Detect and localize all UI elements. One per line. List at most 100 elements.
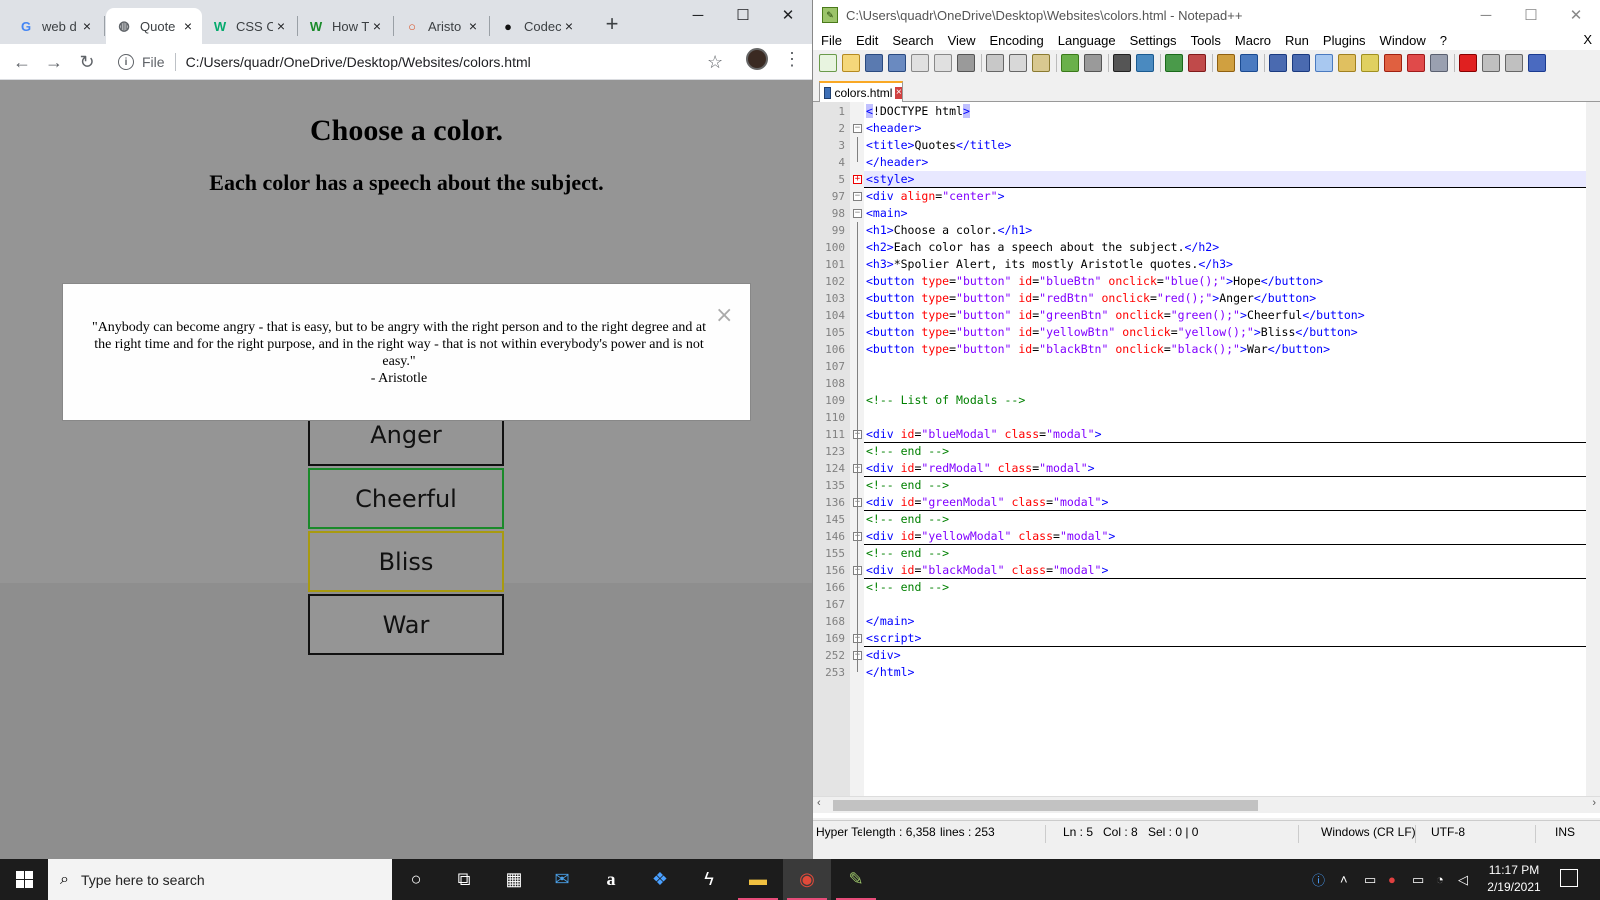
file-explorer-icon[interactable]: ▬ bbox=[734, 859, 782, 900]
task-view-icon[interactable]: ⧉ bbox=[440, 859, 488, 900]
menu-view[interactable]: View bbox=[948, 33, 976, 48]
monitor-icon[interactable] bbox=[1430, 54, 1448, 72]
close-tab-icon[interactable]: × bbox=[180, 18, 196, 34]
close-file-icon[interactable] bbox=[911, 54, 929, 72]
file-tab-colors-html[interactable]: colors.html × bbox=[819, 81, 903, 103]
menu-run[interactable]: Run bbox=[1285, 33, 1309, 48]
menu-file[interactable]: File bbox=[821, 33, 842, 48]
help-icon[interactable]: ⓘ bbox=[1312, 859, 1325, 900]
indent-guide-icon[interactable] bbox=[1315, 54, 1333, 72]
close-all-icon[interactable] bbox=[934, 54, 952, 72]
volume-icon[interactable]: ◁ bbox=[1458, 859, 1468, 900]
chevron-up-icon[interactable]: ˄ bbox=[1340, 859, 1348, 900]
tab-quotes-active[interactable]: ◍ Quote × bbox=[106, 8, 202, 44]
wifi-icon[interactable]: ◔ bbox=[1436, 859, 1444, 900]
info-icon[interactable]: i bbox=[118, 54, 134, 70]
close-tab-icon[interactable]: × bbox=[895, 87, 902, 99]
sync-vertical-icon[interactable] bbox=[1217, 54, 1235, 72]
menu-kebab-icon[interactable]: ⋮ bbox=[783, 50, 801, 68]
close-window-icon[interactable]: ✕ bbox=[1553, 0, 1599, 30]
menu-macro[interactable]: Macro bbox=[1235, 33, 1271, 48]
find-icon[interactable] bbox=[1113, 54, 1131, 72]
tab-codec[interactable]: ● Codec × bbox=[490, 8, 583, 44]
redo-icon[interactable] bbox=[1084, 54, 1102, 72]
start-button[interactable] bbox=[0, 859, 48, 900]
notification-icon[interactable] bbox=[1560, 869, 1578, 887]
replace-icon[interactable] bbox=[1136, 54, 1154, 72]
copy-icon[interactable] bbox=[1009, 54, 1027, 72]
menu-language[interactable]: Language bbox=[1058, 33, 1116, 48]
close-tab-icon[interactable]: × bbox=[369, 18, 385, 34]
tab-how-to[interactable]: W How T × bbox=[298, 8, 391, 44]
modal-close-icon[interactable]: × bbox=[715, 305, 733, 327]
mail-icon[interactable]: ✉ bbox=[538, 859, 586, 900]
notepad-taskbar-icon[interactable]: ✎ bbox=[832, 859, 880, 900]
close-tab-icon[interactable]: × bbox=[79, 18, 95, 34]
sync-horizontal-icon[interactable] bbox=[1240, 54, 1258, 72]
bookmark-star-icon[interactable]: ☆ bbox=[707, 52, 723, 73]
tab-web-design[interactable]: G web d × bbox=[8, 8, 101, 44]
vertical-scrollbar[interactable] bbox=[1586, 102, 1600, 796]
menu-help[interactable]: ? bbox=[1440, 33, 1447, 48]
paste-icon[interactable] bbox=[1032, 54, 1050, 72]
code-editor[interactable]: 1 2 3 4 5 97 98 99 100 101 102 103 104 105 106 107 108 10… bbox=[813, 102, 1600, 818]
chrome-icon[interactable]: ◉ bbox=[783, 859, 831, 900]
fold-collapse-icon[interactable]: − bbox=[853, 209, 862, 218]
battery-icon[interactable]: ▭ bbox=[1412, 859, 1424, 900]
tab-css[interactable]: W CSS C × bbox=[202, 8, 295, 44]
tab-aristotle[interactable]: ○ Aristo × bbox=[394, 8, 487, 44]
maximize-icon[interactable]: ☐ bbox=[720, 0, 766, 30]
url-text[interactable]: C:/Users/quadr/OneDrive/Desktop/Websites… bbox=[186, 54, 531, 70]
menu-window[interactable]: Window bbox=[1380, 33, 1426, 48]
close-tab-icon[interactable]: × bbox=[561, 18, 577, 34]
dropbox-icon[interactable]: ❖ bbox=[636, 859, 684, 900]
save-icon[interactable] bbox=[865, 54, 883, 72]
cut-icon[interactable] bbox=[986, 54, 1004, 72]
new-tab-button[interactable]: + bbox=[600, 11, 624, 36]
taskbar-search[interactable]: ⌕ Type here to search bbox=[48, 859, 392, 900]
back-icon[interactable]: ← bbox=[10, 50, 34, 74]
forward-icon[interactable]: → bbox=[42, 50, 66, 74]
maximize-icon[interactable]: ☐ bbox=[1508, 0, 1554, 30]
show-all-chars-icon[interactable] bbox=[1292, 54, 1310, 72]
menu-settings[interactable]: Settings bbox=[1130, 33, 1177, 48]
menu-tools[interactable]: Tools bbox=[1191, 33, 1221, 48]
save-all-icon[interactable] bbox=[888, 54, 906, 72]
function-list-icon[interactable] bbox=[1384, 54, 1402, 72]
doc-map-icon[interactable] bbox=[1361, 54, 1379, 72]
amazon-icon[interactable]: a bbox=[587, 859, 635, 900]
fold-expand-icon[interactable]: + bbox=[853, 175, 862, 184]
menu-plugins[interactable]: Plugins bbox=[1323, 33, 1366, 48]
close-document-icon[interactable]: X bbox=[1583, 32, 1592, 47]
device-icon[interactable]: ▭ bbox=[1364, 859, 1376, 900]
new-file-icon[interactable] bbox=[819, 54, 837, 72]
minimize-icon[interactable]: ─ bbox=[1463, 0, 1509, 30]
menu-encoding[interactable]: Encoding bbox=[990, 33, 1044, 48]
zoom-in-icon[interactable] bbox=[1165, 54, 1183, 72]
cortana-icon[interactable]: ○ bbox=[392, 859, 440, 900]
reload-icon[interactable]: ↻ bbox=[75, 50, 99, 74]
dropbox-sync-icon[interactable]: ● bbox=[1388, 859, 1396, 900]
menu-edit[interactable]: Edit bbox=[856, 33, 878, 48]
fold-collapse-icon[interactable]: − bbox=[853, 124, 862, 133]
open-file-icon[interactable] bbox=[842, 54, 860, 72]
record-macro-icon[interactable] bbox=[1459, 54, 1477, 72]
cheerful-button[interactable]: Cheerful bbox=[308, 468, 504, 529]
close-window-icon[interactable]: ✕ bbox=[765, 0, 811, 30]
scroll-left-icon[interactable]: ‹ bbox=[817, 797, 821, 809]
word-wrap-icon[interactable] bbox=[1269, 54, 1287, 72]
fold-collapse-icon[interactable]: − bbox=[853, 192, 862, 201]
menu-search[interactable]: Search bbox=[892, 33, 933, 48]
horizontal-scrollbar[interactable]: ‹ › bbox=[813, 796, 1600, 813]
undo-icon[interactable] bbox=[1061, 54, 1079, 72]
avatar[interactable] bbox=[746, 48, 768, 70]
scroll-thumb[interactable] bbox=[833, 800, 1258, 811]
zoom-out-icon[interactable] bbox=[1188, 54, 1206, 72]
close-tab-icon[interactable]: × bbox=[273, 18, 289, 34]
bliss-button[interactable]: Bliss bbox=[308, 531, 504, 592]
close-tab-icon[interactable]: × bbox=[465, 18, 481, 34]
store-icon[interactable]: ▦ bbox=[490, 859, 538, 900]
app-bolt-icon[interactable]: ϟ bbox=[685, 859, 733, 900]
print-icon[interactable] bbox=[957, 54, 975, 72]
code-area[interactable]: <!DOCTYPE html> <header> <title>Quotes</… bbox=[864, 102, 1586, 796]
